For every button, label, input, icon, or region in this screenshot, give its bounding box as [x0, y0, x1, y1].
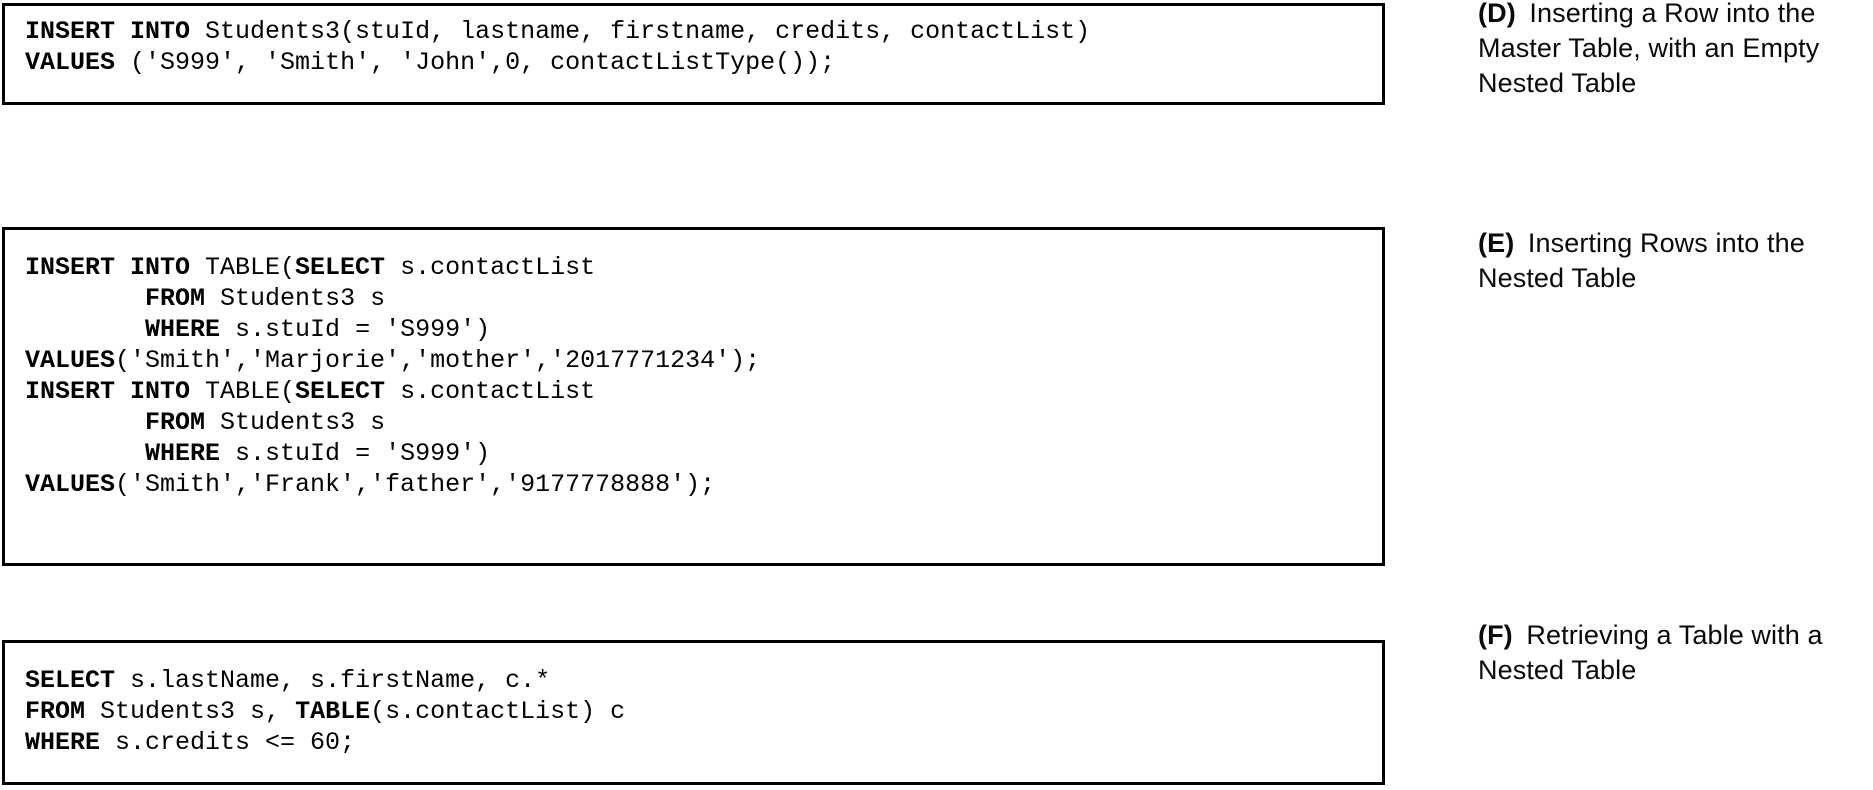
code-box-d: INSERT INTO Students3(stuId, lastname, f…: [2, 3, 1385, 105]
code-box-f: SELECT s.lastName, s.firstName, c.* FROM …: [2, 640, 1385, 785]
caption-e-tag: (E): [1478, 228, 1515, 258]
code-listing-e: INSERT INTO TABLE(SELECT s.contactList F…: [25, 252, 1382, 500]
code-line: VALUES('Smith','Frank','father','9177778…: [25, 469, 1382, 500]
caption-f: (F) Retrieving a Table with a Nested Tab…: [1478, 618, 1868, 688]
caption-d-text: Inserting a Row into the Master Table, w…: [1478, 0, 1820, 98]
code-line: WHERE s.stuId = 'S999'): [25, 314, 1382, 345]
sql-keyword: SELECT: [25, 666, 131, 695]
code-line: FROM Students3 s, TABLE(s.contactList) c: [25, 696, 1382, 727]
sql-text: Students3 s: [220, 408, 386, 437]
sql-text: Students3 s,: [100, 697, 296, 726]
code-line: WHERE s.stuId = 'S999'): [25, 438, 1382, 469]
sql-text: s.contactList: [400, 253, 596, 282]
sql-keyword: SELECT: [295, 253, 401, 282]
sql-text: ('S999', 'Smith', 'John',0, contactListT…: [130, 48, 836, 77]
sql-keyword: VALUES: [25, 470, 116, 499]
code-box-e: INSERT INTO TABLE(SELECT s.contactList F…: [2, 227, 1385, 566]
code-line: WHERE s.credits <= 60;: [25, 727, 1382, 758]
sql-text: s.stuId = 'S999'): [235, 439, 491, 468]
caption-d: (D) Inserting a Row into the Master Tabl…: [1478, 0, 1868, 101]
sql-keyword: FROM: [25, 408, 221, 437]
code-line: FROM Students3 s: [25, 283, 1382, 314]
caption-d-tag: (D): [1478, 0, 1516, 28]
caption-e-text: Inserting Rows into the Nested Table: [1478, 228, 1805, 293]
sql-keyword: WHERE: [25, 439, 236, 468]
sql-keyword: WHERE: [25, 315, 236, 344]
code-line: FROM Students3 s: [25, 407, 1382, 438]
code-line: VALUES ('S999', 'Smith', 'John',0, conta…: [25, 47, 1382, 78]
code-line: VALUES('Smith','Marjorie','mother','2017…: [25, 345, 1382, 376]
sql-keyword: VALUES: [25, 346, 116, 375]
sql-text: s.credits <= 60;: [115, 728, 356, 757]
figure-root: INSERT INTO Students3(stuId, lastname, f…: [0, 0, 1873, 790]
sql-keyword: FROM: [25, 697, 101, 726]
sql-keyword: VALUES: [25, 48, 131, 77]
sql-text: TABLE(: [205, 377, 296, 406]
sql-keyword: WHERE: [25, 728, 116, 757]
sql-text: s.lastName, s.firstName, c.*: [130, 666, 551, 695]
sql-keyword: INSERT INTO: [25, 377, 206, 406]
caption-f-tag: (F): [1478, 620, 1513, 650]
code-listing-d: INSERT INTO Students3(stuId, lastname, f…: [25, 16, 1382, 78]
code-line: SELECT s.lastName, s.firstName, c.*: [25, 665, 1382, 696]
caption-f-text: Retrieving a Table with a Nested Table: [1478, 620, 1823, 685]
sql-text: Students3(stuId, lastname, firstname, cr…: [205, 17, 1091, 46]
sql-text: ('Smith','Frank','father','9177778888');: [115, 470, 716, 499]
sql-text: TABLE(: [205, 253, 296, 282]
sql-keyword: SELECT: [295, 377, 401, 406]
sql-text: s.contactList: [400, 377, 596, 406]
sql-text: ('Smith','Marjorie','mother','2017771234…: [115, 346, 761, 375]
code-line: INSERT INTO TABLE(SELECT s.contactList: [25, 252, 1382, 283]
sql-text: Students3 s: [220, 284, 386, 313]
sql-keyword: INSERT INTO: [25, 253, 206, 282]
sql-keyword: FROM: [25, 284, 221, 313]
sql-keyword: INSERT INTO: [25, 17, 206, 46]
caption-e: (E) Inserting Rows into the Nested Table: [1478, 226, 1868, 296]
code-line: INSERT INTO TABLE(SELECT s.contactList: [25, 376, 1382, 407]
code-line: INSERT INTO Students3(stuId, lastname, f…: [25, 16, 1382, 47]
sql-text: (s.contactList) c: [370, 697, 626, 726]
code-listing-f: SELECT s.lastName, s.firstName, c.* FROM …: [25, 665, 1382, 758]
sql-keyword: TABLE: [295, 697, 371, 726]
sql-text: s.stuId = 'S999'): [235, 315, 491, 344]
